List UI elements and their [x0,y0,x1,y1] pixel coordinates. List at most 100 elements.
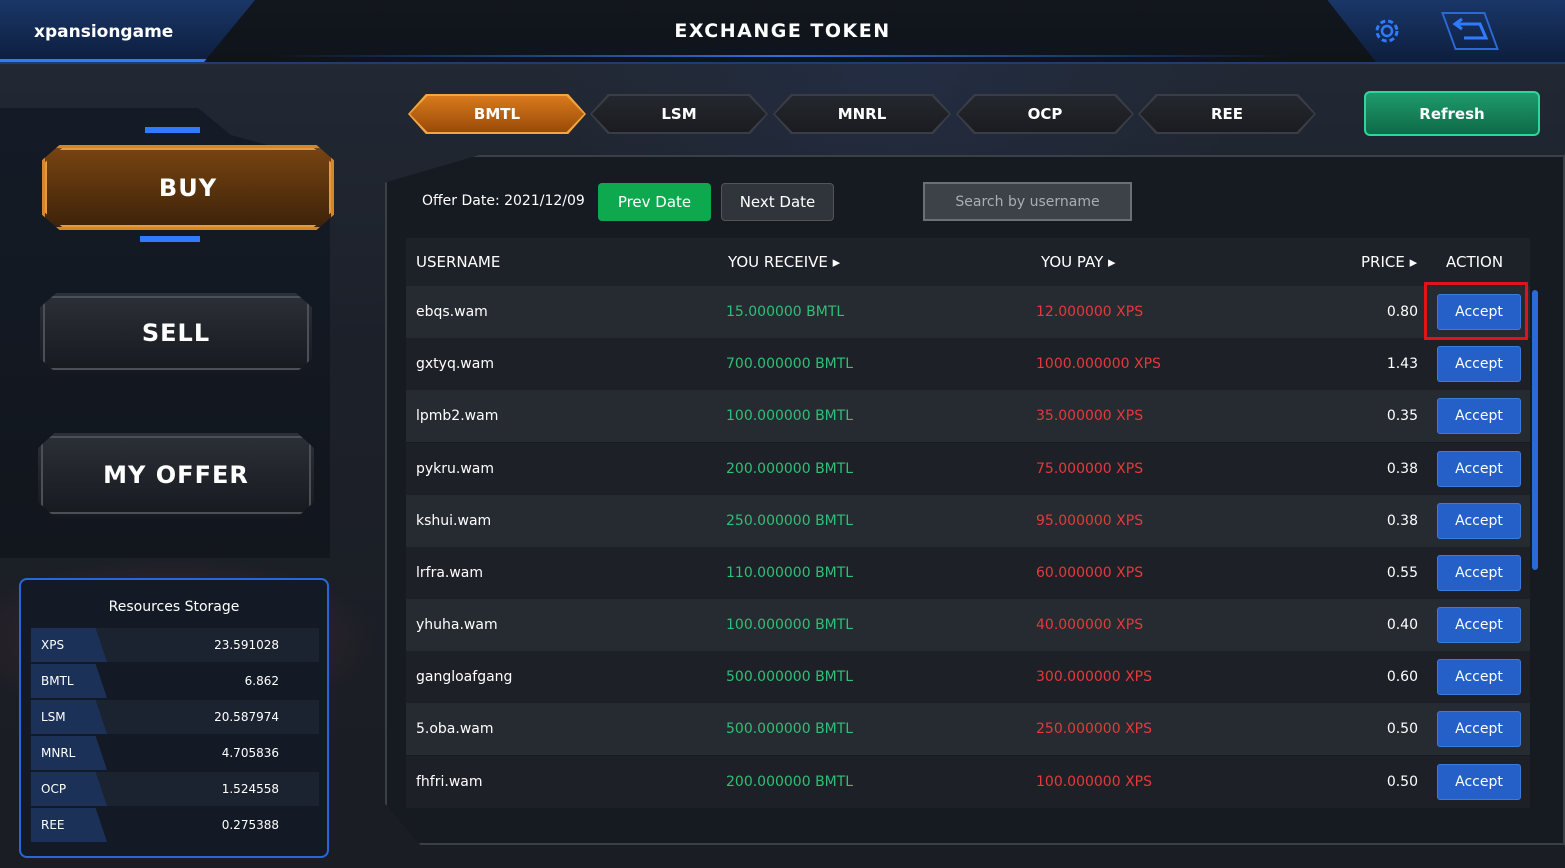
header-you-pay[interactable]: YOU PAY ▸ [1041,238,1116,286]
accept-button[interactable]: Accept [1437,398,1521,434]
header-you-receive[interactable]: YOU RECEIVE ▸ [728,238,840,286]
header-username[interactable]: USERNAME [416,238,500,286]
row-username: yhuha.wam [416,617,498,633]
row-price: 0.38 [1386,461,1418,477]
row-price: 0.60 [1386,669,1418,685]
next-date-button[interactable]: Next Date [721,183,834,221]
accept-button[interactable]: Accept [1437,555,1521,591]
resource-name: XPS [31,628,107,662]
row-receive: 250.000000 BMTL [726,513,854,529]
table-row: yhuha.wam 100.000000 BMTL 40.000000 XPS … [406,599,1530,651]
highlight-box [1424,282,1528,340]
search-input[interactable] [923,182,1132,221]
row-username: lpmb2.wam [416,408,499,424]
tab-label: REE [1210,105,1244,123]
back-button[interactable] [1448,12,1492,50]
accept-button[interactable]: Accept [1437,451,1521,487]
resource-value: 20.587974 [214,710,279,724]
table-scrollbar[interactable] [1532,290,1538,570]
tab-label: MNRL [837,105,887,123]
row-receive: 500.000000 BMTL [726,721,854,737]
tab-label: LSM [661,105,697,123]
tab-label: BMTL [473,105,521,123]
row-username: gxtyq.wam [416,356,494,372]
decor-bar [145,127,200,133]
row-username: lrfra.wam [416,565,484,581]
tab-label: OCP [1027,105,1063,123]
row-username: ebqs.wam [416,304,488,320]
decor-bar [140,236,200,242]
table-row: pykru.wam 200.000000 BMTL 75.000000 XPS … [406,443,1530,495]
gear-icon [1375,19,1399,43]
row-pay: 250.000000 XPS [1036,721,1152,737]
accept-button[interactable]: Accept [1437,607,1521,643]
row-pay: 40.000000 XPS [1036,617,1144,633]
accept-button[interactable]: Accept [1437,659,1521,695]
row-price: 0.38 [1386,513,1418,529]
accept-button[interactable]: Accept [1437,711,1521,747]
row-receive: 200.000000 BMTL [726,461,854,477]
tab-ocp[interactable]: OCP [956,94,1134,134]
row-receive: 100.000000 BMTL [726,408,854,424]
settings-button[interactable] [1365,12,1409,50]
header-price[interactable]: PRICE ▸ [1361,238,1417,286]
resource-name: MNRL [31,736,107,770]
resource-row: OCP 1.524558 [31,772,319,806]
resource-value: 1.524558 [221,782,279,796]
table-row: fhfri.wam 200.000000 BMTL 100.000000 XPS… [406,756,1530,808]
resource-value: 23.591028 [214,638,279,652]
back-arrow-icon [1452,17,1489,40]
table-row: kshui.wam 250.000000 BMTL 95.000000 XPS … [406,495,1530,547]
resources-title: Resources Storage [108,599,240,615]
offer-date: Offer Date: 2021/12/09 [422,193,585,209]
row-price: 0.50 [1386,721,1418,737]
row-receive: 700.000000 BMTL [726,356,854,372]
row-pay: 95.000000 XPS [1036,513,1144,529]
prev-date-button[interactable]: Prev Date [598,183,711,221]
refresh-button[interactable]: Refresh [1364,91,1540,136]
accept-button[interactable]: Accept [1437,764,1521,800]
row-username: gangloafgang [416,669,513,685]
my-offer-button[interactable]: MY OFFER [38,433,314,517]
row-username: 5.oba.wam [416,721,494,737]
top-bar: xpansiongame EXCHANGE TOKEN [0,0,1565,64]
row-price: 0.80 [1386,304,1418,320]
accept-button[interactable]: Accept [1437,346,1521,382]
row-username: kshui.wam [416,513,492,529]
accept-button[interactable]: Accept [1437,503,1521,539]
row-receive: 110.000000 BMTL [726,565,854,581]
row-receive: 500.000000 BMTL [726,669,854,685]
resource-row: REE 0.275388 [31,808,319,842]
tab-lsm[interactable]: LSM [590,94,768,134]
table-row: gxtyq.wam 700.000000 BMTL 1000.000000 XP… [406,338,1530,390]
table-row: lrfra.wam 110.000000 BMTL 60.000000 XPS … [406,547,1530,599]
tab-mnrl[interactable]: MNRL [773,94,951,134]
row-pay: 35.000000 XPS [1036,408,1144,424]
table-header: USERNAME YOU RECEIVE ▸ YOU PAY ▸ PRICE ▸… [406,238,1530,286]
row-price: 0.50 [1386,774,1418,790]
my-offer-label: MY OFFER [103,461,249,489]
sell-button[interactable]: SELL [40,293,312,373]
row-username: pykru.wam [416,461,495,477]
row-receive: 200.000000 BMTL [726,774,854,790]
buy-button[interactable]: BUY [42,145,334,230]
resource-row: XPS 23.591028 [31,628,319,662]
row-pay: 300.000000 XPS [1036,669,1152,685]
tab-ree[interactable]: REE [1138,94,1316,134]
row-pay: 1000.000000 XPS [1036,356,1161,372]
row-receive: 15.000000 BMTL [726,304,845,320]
page-title: EXCHANGE TOKEN [674,20,891,42]
resource-value: 0.275388 [221,818,279,832]
row-username: fhfri.wam [416,774,483,790]
row-pay: 12.000000 XPS [1036,304,1144,320]
row-price: 0.35 [1386,408,1418,424]
resource-row: LSM 20.587974 [31,700,319,734]
tab-bmtl[interactable]: BMTL [408,94,586,134]
table-row: lpmb2.wam 100.000000 BMTL 35.000000 XPS … [406,390,1530,442]
row-price: 1.43 [1386,356,1418,372]
resource-row: MNRL 4.705836 [31,736,319,770]
row-price: 0.55 [1386,565,1418,581]
title-divider [270,55,1290,57]
row-pay: 60.000000 XPS [1036,565,1144,581]
header-action: ACTION [1446,253,1504,271]
